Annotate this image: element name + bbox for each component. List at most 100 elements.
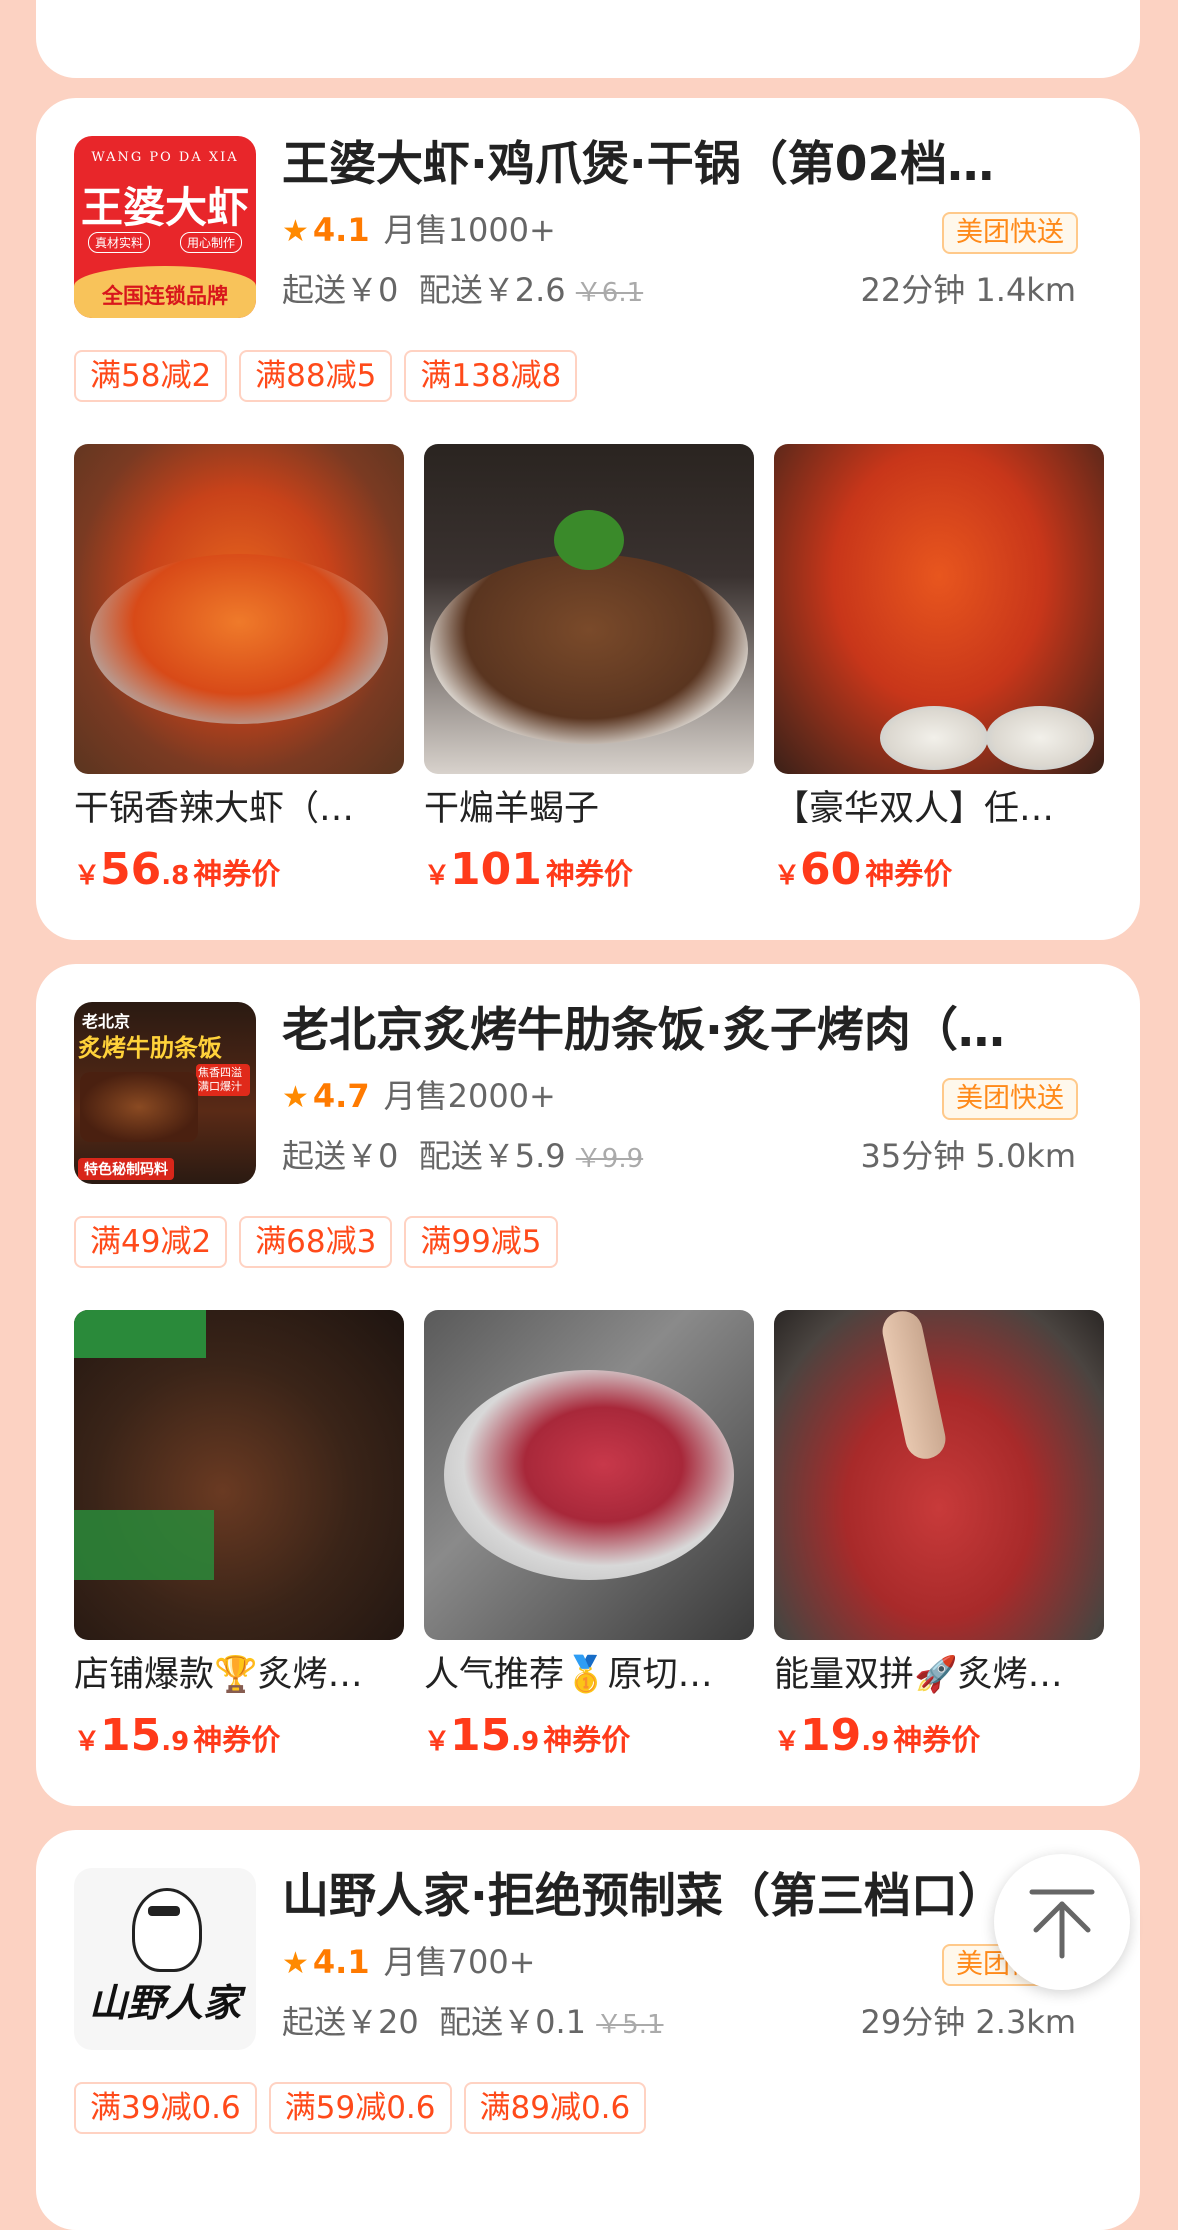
delivery-badge: 美团快送 [942,1078,1078,1120]
logo-main-text: 炙烤牛肋条饭 [78,1034,222,1062]
store-stats: ★ 4.7 月售2000+ [282,1074,556,1120]
delivery-fee: 配送￥0.1 [439,2003,586,2041]
store-card[interactable]: 老北京 炙烤牛肋条饭 焦香四溢 满口爆汁 特色秘制码料 老北京炙烤牛肋条饭·炙子烤… [36,964,1140,1806]
delivery-badge: 美团快送 [942,212,1078,254]
dish-item[interactable]: 人气推荐🥇原切… ￥15.9 神券价 [424,1310,754,1771]
dish-item[interactable]: 干锅香辣大虾（… ￥56.8 神券价 [74,444,404,905]
dish-image[interactable] [774,1310,1104,1640]
coupon-tag[interactable]: 满99减5 [404,1216,558,1268]
dish-item[interactable]: 能量双拼🚀炙烤… ￥19.9 神券价 [774,1310,1104,1771]
price-integer: 15 [450,1710,512,1761]
coupon-list: 满39减0.6 满59减0.6 满89减0.6 [74,2082,647,2134]
dish-name: 人气推荐🥇原切… [424,1655,713,1695]
logo-sub-text: 用心制作 [179,232,242,253]
dish-name: 能量双拼🚀炙烤… [774,1655,1063,1695]
currency-symbol: ￥ [774,1727,801,1757]
store-name[interactable]: 王婆大虾·鸡爪煲·干锅（第02档… [282,134,1112,196]
dish-item[interactable]: 干煸羊蝎子 ￥101 神券价 [424,444,754,905]
dish-price: ￥15.9 神券价 [74,1710,404,1771]
coupon-tag[interactable]: 满88减5 [239,350,393,402]
time-distance: 22分钟 1.4km [861,268,1077,312]
store-logo: 山野人家 [74,1868,256,2050]
dish-item[interactable]: 【豪华双人】任… ￥60 神券价 [774,444,1104,905]
delivery-time: 35分钟 [860,1137,966,1175]
delivery-fee: 配送￥2.6 [418,271,566,309]
logo-sub-text: 焦香四溢 满口爆汁 [196,1064,250,1096]
back-to-top-button[interactable] [994,1854,1130,1990]
original-fee: ￥9.9 [575,1144,644,1174]
price-integer: 101 [450,844,542,895]
coupon-tag[interactable]: 满138减8 [404,350,578,402]
store-name[interactable]: 老北京炙烤牛肋条饭·炙子烤肉（… [282,1000,1112,1062]
currency-symbol: ￥ [74,1727,101,1757]
store-rating: 4.1 [312,1943,370,1981]
price-decimal: .9 [161,1727,190,1757]
dish-image[interactable] [424,1310,754,1640]
min-order: 起送￥0 [282,271,399,309]
star-icon: ★ [282,214,309,249]
coupon-tag[interactable]: 满59减0.6 [268,2082,452,2134]
store-stats: ★ 4.1 月售700+ [282,1940,536,1986]
price-decimal: .9 [861,1727,890,1757]
logo-main-text: 王婆大虾 [80,183,249,232]
time-distance: 29分钟 2.3km [861,2000,1077,2044]
currency-symbol: ￥ [774,861,801,891]
price-tag: 神券价 [545,857,633,891]
dish-image[interactable] [74,1310,404,1640]
original-fee: ￥5.1 [596,2010,664,2040]
coupon-tag[interactable]: 满49减2 [74,1216,228,1268]
monthly-sales: 月售1000+ [383,211,556,249]
coupon-list: 满49减2 满68减3 满99减5 [74,1216,558,1268]
store-card[interactable]: WANG PO DA XIA 王婆大虾 真材实料 用心制作 全国连锁品牌 王婆大… [36,98,1140,940]
store-logo: WANG PO DA XIA 王婆大虾 真材实料 用心制作 全国连锁品牌 [74,136,256,318]
price-tag: 神券价 [193,1723,281,1757]
star-icon: ★ [282,1080,309,1115]
dish-name: 干煸羊蝎子 [424,789,600,829]
store-rating: 4.7 [312,1077,370,1115]
logo-bottom-text: 全国连锁品牌 [102,284,228,308]
dish-list: 店铺爆款🏆炙烤… ￥15.9 神券价 人气推荐🥇原切… ￥15.9 神券价 能量双拼… [74,1310,1104,1771]
dish-image[interactable] [424,444,754,774]
store-stats: ★ 4.1 月售1000+ [282,208,556,254]
price-integer: 60 [800,844,862,895]
delivery-time: 22分钟 [860,271,966,309]
logo-main-text: 山野人家 [88,1980,241,2025]
distance: 1.4km [975,271,1076,309]
currency-symbol: ￥ [424,1727,451,1757]
delivery-time: 29分钟 [860,2003,966,2041]
dish-item[interactable]: 店铺爆款🏆炙烤… ￥15.9 神券价 [74,1310,404,1771]
monthly-sales: 月售2000+ [383,1077,556,1115]
dish-name: 店铺爆款🏆炙烤… [74,1655,363,1695]
price-tag: 神券价 [893,1723,981,1757]
dish-price: ￥19.9 神券价 [774,1710,1104,1771]
dish-image[interactable] [774,444,1104,774]
delivery-info: 起送￥0 配送￥2.6 ￥6.1 [282,268,643,315]
coupon-tag[interactable]: 满39减0.6 [74,2082,257,2134]
time-distance: 35分钟 5.0km [861,1134,1077,1178]
store-name[interactable]: 山野人家·拒绝预制菜（第三档口） [282,1866,1112,1928]
price-tag: 神券价 [865,857,953,891]
currency-symbol: ￥ [424,861,451,891]
dish-image[interactable] [74,444,404,774]
logo-sub-text: 真材实料 [88,232,151,253]
delivery-info: 起送￥20 配送￥0.1 ￥5.1 [282,2000,664,2047]
price-decimal: .8 [161,861,190,891]
dish-price: ￥56.8 神券价 [74,844,404,905]
store-logo: 老北京 炙烤牛肋条饭 焦香四溢 满口爆汁 特色秘制码料 [74,1002,256,1184]
coupon-tag[interactable]: 满58减2 [74,350,228,402]
distance: 2.3km [975,2003,1076,2041]
price-integer: 15 [100,1710,162,1761]
price-decimal: .9 [511,1727,540,1757]
dish-name: 干锅香辣大虾（… [74,789,355,829]
price-tag: 神券价 [543,1723,631,1757]
store-card[interactable]: 山野人家 山野人家·拒绝预制菜（第三档口） ★4.1月售700+ 美团快送 起送… [36,1830,1140,2230]
coupon-tag[interactable]: 满89减0.6 [463,2082,647,2134]
coupon-tag[interactable]: 满68减3 [239,1216,393,1268]
monthly-sales: 月售700+ [383,1943,536,1981]
price-integer: 56 [100,844,162,895]
previous-store-card[interactable] [36,0,1140,78]
logo-top-text: WANG PO DA XIA [91,150,239,165]
star-icon: ★ [282,1946,309,1981]
delivery-info: 起送￥0 配送￥5.9 ￥9.9 [282,1134,643,1181]
back-to-top-icon [1029,1889,1095,1959]
